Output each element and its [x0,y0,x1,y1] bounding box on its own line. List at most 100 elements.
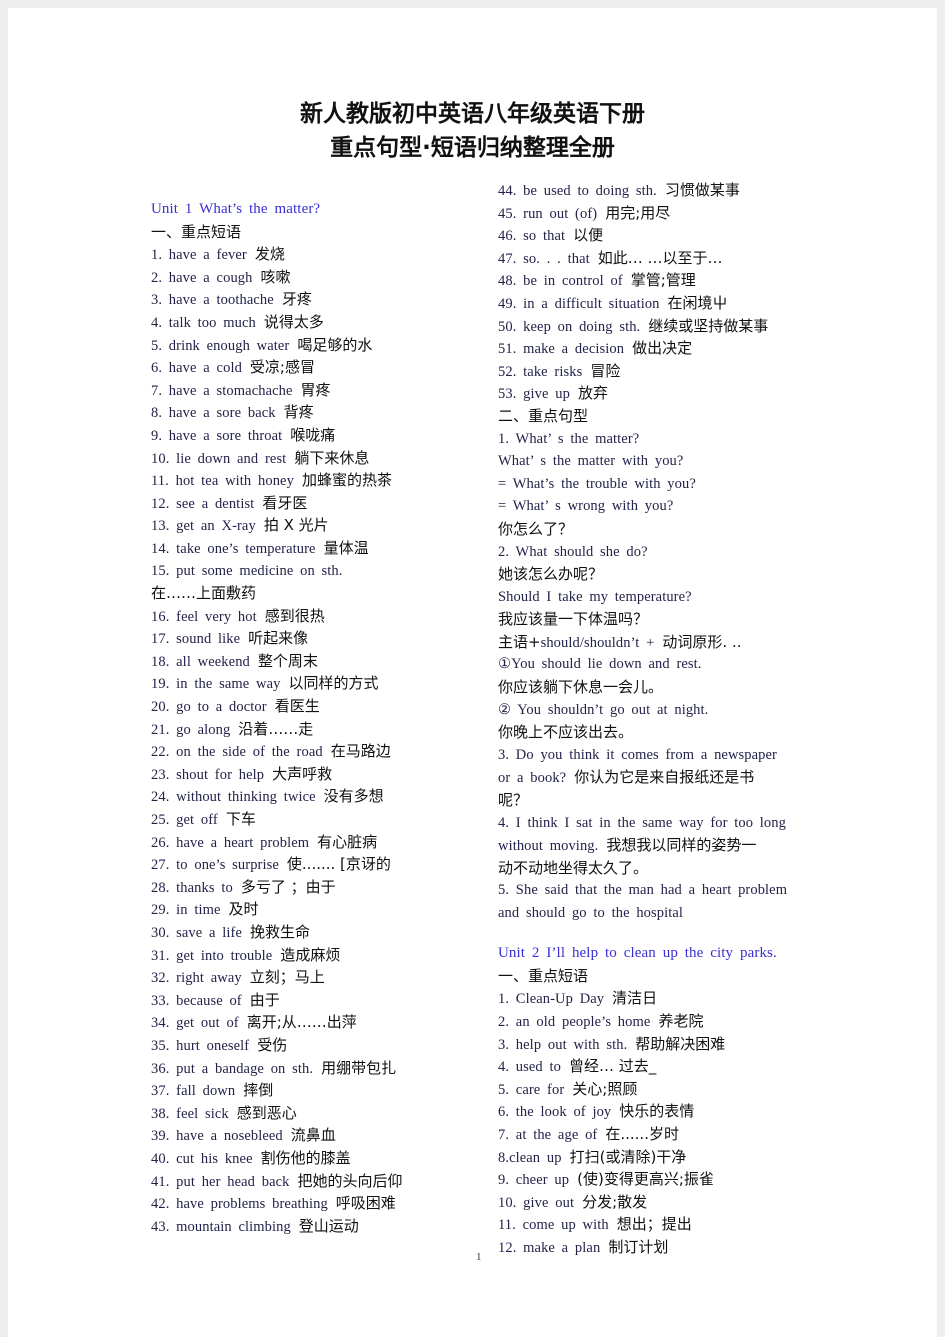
text-line: 5. care for 关心;照顾 [498,1078,787,1101]
english-text: 33. because of [151,992,242,1009]
chinese-text: 以便 [573,226,604,245]
chinese-text: 看医生 [274,697,320,716]
chinese-text: 说得太多 [263,312,324,331]
chinese-text: 听起来像 [248,629,309,648]
english-text: = What’s the trouble with you? [498,475,696,492]
chinese-text: 清洁日 [612,989,658,1008]
text-line: 你怎么了？ [498,518,787,541]
text-line: 8.clean up 打扫(或清除)干净 [498,1146,787,1169]
english-text: 41. put her head back [151,1173,290,1190]
english-text: 21. go along [151,721,231,738]
english-text: 35. hurt oneself [151,1037,250,1054]
english-text: 11. hot tea with honey [151,473,294,490]
chinese-text: 以同样的方式 [288,674,379,693]
text-line: 32. right away 立刻；马上 [151,966,403,989]
chinese-text: 由于 [249,990,280,1009]
chinese-text: 养老院 [658,1011,704,1030]
text-line: 20. go to a doctor 看医生 [151,695,403,718]
text-line: 14. take one’s temperature 量体温 [151,537,403,560]
chinese-text: 在……上面敷药 [151,584,257,603]
english-text: 38. feel sick [151,1105,229,1122]
english-text: 45. run out (of) [498,205,598,222]
chinese-text: 掌管;管理 [630,271,696,290]
chinese-text: 躺下来休息 [294,448,370,467]
english-text: 30. save a life [151,925,243,941]
text-line: 16. feel very hot 感到很热 [151,605,403,628]
chinese-text: 拍 X 光片 [263,516,329,535]
chinese-text: 感到很热 [264,606,325,625]
text-line: 48. be in control of 掌管;管理 [498,269,787,292]
chinese-text: 背疼 [283,403,314,422]
text-line: and should go to the hospital [498,902,787,925]
text-line: 7. at the age of 在......岁时 [498,1123,787,1146]
text-line: 1. What’ s the matter? [498,428,787,451]
chinese-text: 如此… …以至于… [597,248,723,267]
text-line: 在……上面敷药 [151,582,403,605]
chinese-text: 在马路边 [330,742,391,761]
english-text: 23. shout for help [151,766,265,783]
chinese-text: 挽救生命 [250,923,311,941]
chinese-text: 下车 [225,810,256,829]
text-line: 6. have a cold 受凉;感冒 [151,356,403,379]
english-text: and should go to the hospital [498,905,684,921]
text-line: 12. make a plan 制订计划 [498,1236,787,1259]
chinese-text: 你怎么了？ [498,519,574,538]
english-text: 8. have a sore back [151,405,276,422]
chinese-text: 登山运动 [298,1216,359,1235]
text-line: 一、重点短语 [151,221,403,244]
text-line: 她该怎么办呢？ [498,563,787,586]
text-line: 23. shout for help 大声呼救 [151,763,403,786]
chinese-text: 受伤 [257,1035,288,1054]
text-line: 24. without thinking twice 没有多想 [151,785,403,808]
english-text: 4. I think I sat in the same way for too… [498,814,786,831]
english-text: 2. What should she do? [498,543,648,560]
text-line: or a book? 你认为它是来自报纸还是书 [498,766,787,789]
english-text: = What’ s wrong with you? [498,498,674,515]
english-text: 18. all weekend [151,653,250,670]
text-line: 4. used to 曾经… 过去_ [498,1055,787,1078]
english-text: 22. on the side of the road [151,744,323,761]
english-text: ①You should lie down and rest. [498,656,702,673]
english-text: 40. cut his knee [151,1150,253,1167]
chinese-text: 摔倒 [243,1081,274,1100]
chinese-text: 用完;用尽 [605,203,671,222]
english-text: 1. Clean-Up Day [498,991,605,1008]
chinese-text: 一、重点短语 [498,966,589,985]
text-line: 39. have a nosebleed 流鼻血 [151,1124,403,1147]
english-text: 3. Do you think it comes from a newspape… [498,746,777,763]
english-text: 17. sound like [151,631,241,648]
chinese-text: 把她的头向后仰 [297,1171,403,1190]
english-text: 25. get off [151,812,218,829]
text-line: 我应该量一下体温吗？ [498,608,787,631]
chinese-text: 感到恶心 [236,1103,297,1122]
text-line: 47. so. . . that 如此… …以至于… [498,247,787,270]
english-text: ② You shouldn’t go out at night. [498,701,709,718]
text-line: 8. have a sore back 背疼 [151,401,403,424]
text-line: 44. be used to doing sth. 习惯做某事 [498,179,787,202]
english-text: without moving. [498,838,599,855]
right-column: 44. be used to doing sth. 习惯做某事 45. run ou… [498,179,787,1259]
chinese-text: 大声呼救 [272,764,333,783]
text-line: 45. run out (of) 用完;用尽 [498,202,787,225]
english-text: Should I take my temperature? [498,588,692,605]
text-line: 一、重点短语 [498,965,787,988]
chinese-text: 流鼻血 [290,1126,336,1145]
text-line: 4. talk too much 说得太多 [151,311,403,334]
english-text: 51. make a decision [498,341,625,358]
english-text: 3. have a toothache [151,292,274,309]
text-line: 你应该躺下休息一会儿。 [498,676,787,699]
text-line: 呢？ [498,789,787,812]
english-text: 10. lie down and rest [151,450,287,467]
text-line: 31. get into trouble 造成麻烦 [151,944,403,967]
chinese-text: 打扫(或清除)干净 [569,1147,687,1166]
chinese-text: 胃疼 [300,380,331,399]
english-text: 44. be used to doing sth. [498,183,657,199]
text-line: 6. the look of joy 快乐的表情 [498,1100,787,1123]
english-text: 12. see a dentist [151,495,255,512]
chinese-text: 在闲境屮 [667,293,728,312]
chinese-text: 你认为它是来自报纸还是书 [574,768,755,787]
english-text: 47. so. . . that [498,250,590,267]
chinese-text: 做出决定 [632,339,693,358]
english-text: 32. right away [151,970,242,987]
english-text: 13. get an X-ray [151,518,256,535]
